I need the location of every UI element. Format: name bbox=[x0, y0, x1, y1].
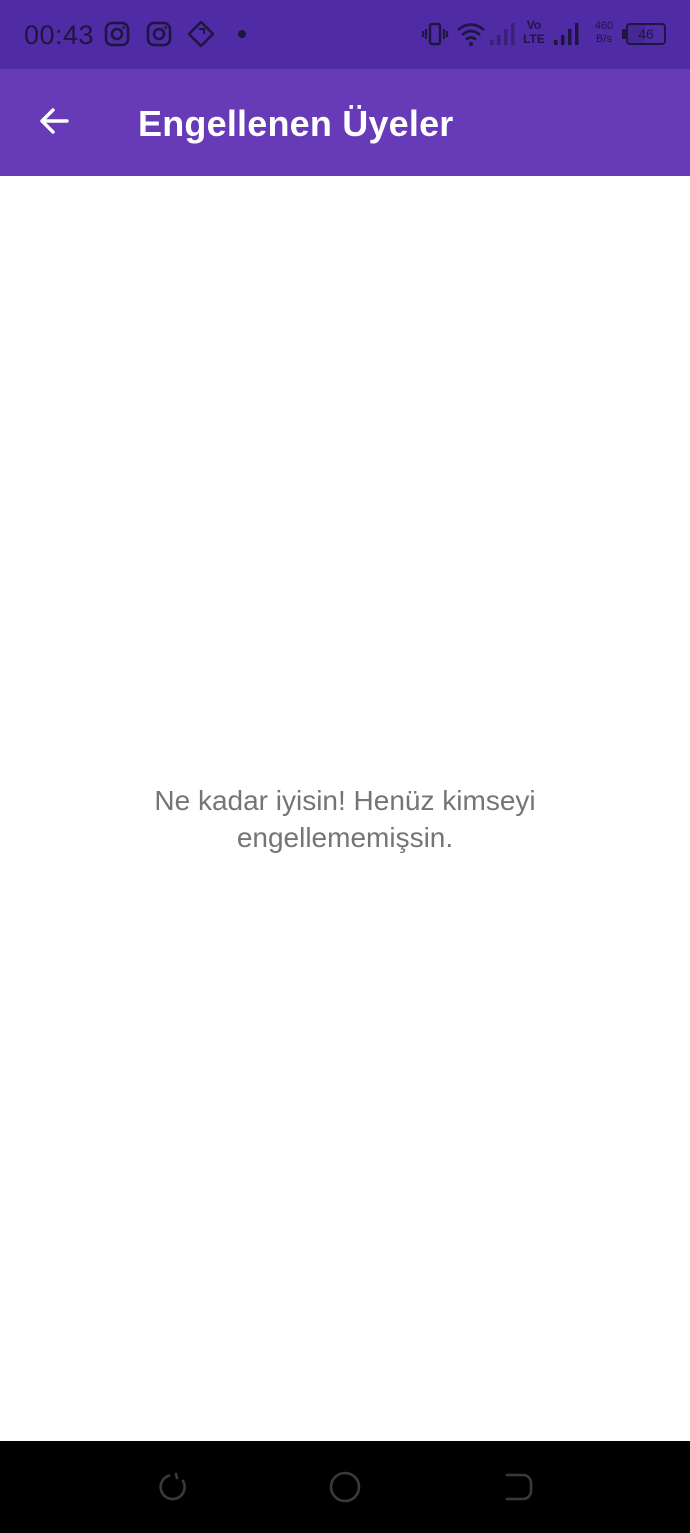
signal-sim2-icon bbox=[551, 20, 583, 48]
blocked-members-list: Ne kadar iyisin! Henüz kimseyi engelleme… bbox=[0, 176, 690, 1441]
network-speed-unit: B/s bbox=[596, 33, 612, 45]
volte-label-lte: LTE bbox=[523, 32, 545, 46]
home-button[interactable] bbox=[327, 1469, 363, 1505]
vibrate-icon bbox=[421, 20, 449, 48]
navigation-diamond-icon bbox=[187, 20, 215, 48]
instagram-icon bbox=[103, 20, 131, 48]
notification-dot-icon bbox=[238, 30, 246, 38]
app-bar: Engellenen Üyeler bbox=[0, 69, 690, 176]
status-bar: 00:43 Vo LTE 460 B/s 46 bbox=[0, 0, 690, 69]
home-icon bbox=[327, 1469, 363, 1505]
wifi-icon bbox=[455, 20, 487, 48]
system-navigation-bar bbox=[0, 1441, 690, 1533]
page-title: Engellenen Üyeler bbox=[138, 103, 454, 144]
battery-icon: 46 bbox=[622, 23, 666, 45]
arrow-left-icon bbox=[37, 104, 71, 143]
volte-label-vo: Vo bbox=[526, 18, 542, 32]
system-back-button[interactable] bbox=[499, 1469, 535, 1505]
network-speed-value: 460 bbox=[594, 20, 614, 32]
instagram-icon bbox=[145, 20, 173, 48]
back-button[interactable] bbox=[26, 95, 82, 151]
recent-apps-button[interactable] bbox=[155, 1469, 191, 1505]
network-speed: 460 B/s bbox=[591, 20, 617, 46]
empty-state-message: Ne kadar iyisin! Henüz kimseyi engelleme… bbox=[154, 785, 536, 853]
battery-level: 46 bbox=[638, 26, 654, 42]
recent-apps-icon bbox=[155, 1469, 191, 1505]
signal-sim1-icon bbox=[487, 20, 517, 48]
back-icon bbox=[499, 1469, 535, 1505]
status-time: 00:43 bbox=[24, 20, 95, 50]
volte-indicator: Vo LTE bbox=[520, 18, 548, 46]
